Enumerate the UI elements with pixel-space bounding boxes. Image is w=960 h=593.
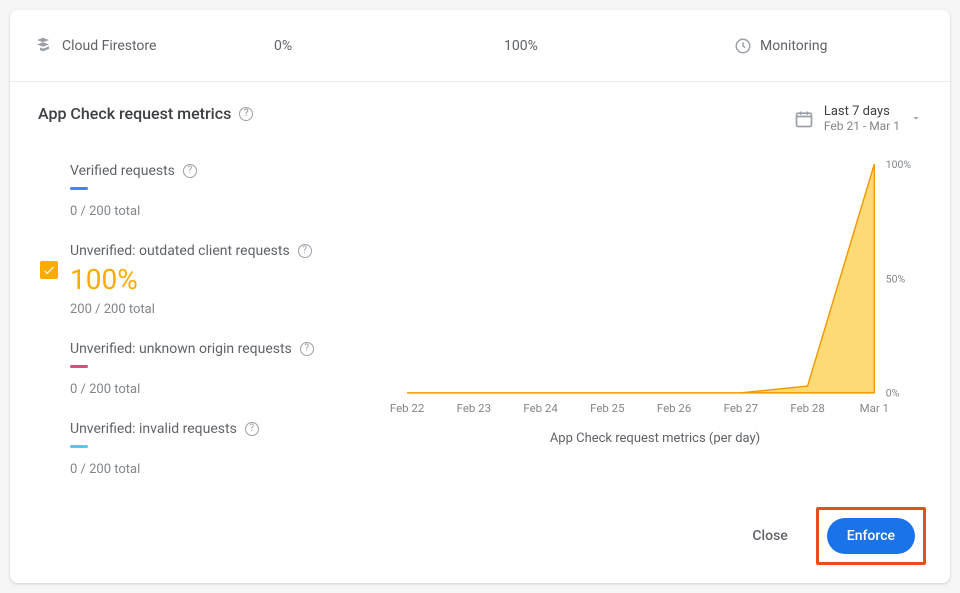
legend-count: 200 / 200 total [70, 302, 372, 317]
svg-text:Feb 23: Feb 23 [457, 401, 491, 415]
legend-swatch [70, 445, 88, 448]
dialog-footer: Close Enforce [740, 507, 926, 565]
help-icon[interactable]: ? [245, 422, 259, 436]
legend-swatch [70, 187, 88, 190]
enforce-highlight: Enforce [816, 507, 926, 565]
service-label: Cloud Firestore [62, 38, 156, 54]
svg-text:50%: 50% [886, 272, 906, 285]
date-range-sub: Feb 21 - Mar 1 [824, 119, 900, 133]
legend-swatch [70, 365, 88, 368]
svg-text:0%: 0% [886, 387, 900, 400]
service-verified-pct: 0% [274, 38, 504, 54]
svg-text:Feb 26: Feb 26 [657, 401, 691, 415]
chart-caption: App Check request metrics (per day) [388, 431, 922, 446]
help-icon[interactable]: ? [300, 342, 314, 356]
help-icon[interactable]: ? [298, 244, 312, 258]
legend-unknown[interactable]: Unverified: unknown origin requests ? 0 … [38, 331, 372, 411]
dialog-card: Cloud Firestore 0% 100% Monitoring App C… [10, 10, 950, 583]
svg-text:Feb 28: Feb 28 [790, 401, 824, 415]
legend: Verified requests ? 0 / 200 total Unveri… [38, 153, 388, 491]
help-icon[interactable]: ? [239, 107, 253, 121]
section-title: App Check request metrics ? [38, 104, 253, 123]
svg-text:Feb 25: Feb 25 [590, 401, 624, 415]
service-total-pct: 100% [504, 38, 734, 54]
svg-text:Feb 24: Feb 24 [523, 401, 558, 415]
status-label: Monitoring [760, 38, 828, 54]
legend-count: 0 / 200 total [70, 204, 372, 219]
legend-percentage: 100% [70, 263, 372, 296]
svg-text:Feb 22: Feb 22 [390, 401, 424, 415]
svg-text:100%: 100% [886, 158, 912, 171]
enforce-button[interactable]: Enforce [827, 518, 915, 554]
date-range-label: Last 7 days [824, 104, 900, 119]
legend-outdated[interactable]: Unverified: outdated client requests ? 1… [38, 233, 372, 331]
service-name: Cloud Firestore [34, 37, 274, 55]
service-row: Cloud Firestore 0% 100% Monitoring [10, 10, 950, 82]
legend-verified[interactable]: Verified requests ? 0 / 200 total [38, 153, 372, 233]
chart: 100% 50% 0% Feb 22 Feb 23 Feb 24 Feb 25 Feb … [388, 153, 922, 463]
calendar-icon [794, 109, 814, 129]
date-range-picker[interactable]: Last 7 days Feb 21 - Mar 1 [794, 104, 922, 133]
svg-text:Feb 27: Feb 27 [724, 401, 758, 415]
chevron-down-icon [910, 109, 922, 128]
firestore-icon [34, 37, 52, 55]
svg-text:Mar 1: Mar 1 [860, 401, 889, 415]
clock-icon [734, 37, 752, 55]
legend-invalid[interactable]: Unverified: invalid requests ? 0 / 200 t… [38, 411, 372, 491]
checkbox-checked-icon[interactable] [40, 261, 58, 279]
legend-count: 0 / 200 total [70, 382, 372, 397]
service-status: Monitoring [734, 37, 828, 55]
help-icon[interactable]: ? [183, 164, 197, 178]
close-button[interactable]: Close [740, 520, 799, 552]
chart-svg: 100% 50% 0% Feb 22 Feb 23 Feb 24 Feb 25 Feb … [388, 153, 922, 423]
legend-count: 0 / 200 total [70, 462, 372, 477]
